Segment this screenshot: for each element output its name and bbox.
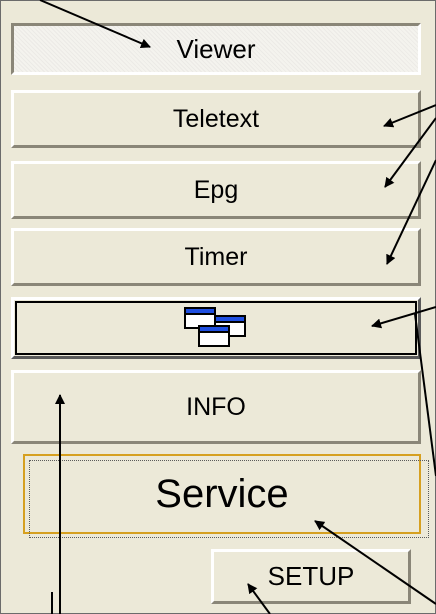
epg-button[interactable]: Epg (11, 161, 421, 219)
teletext-button[interactable]: Teletext (11, 90, 421, 148)
viewer-button[interactable]: Viewer (11, 23, 421, 75)
teletext-button-label: Teletext (172, 104, 260, 133)
info-button-label: INFO (186, 392, 246, 421)
epg-button-label: Epg (193, 175, 239, 204)
setup-button-label: SETUP (267, 561, 355, 591)
info-button[interactable]: INFO (11, 370, 421, 444)
windows-button[interactable] (11, 297, 421, 359)
side-panel: Viewer Teletext Epg Timer INFO Service S… (0, 0, 436, 614)
windows-cascade-icon (184, 307, 246, 347)
timer-button[interactable]: Timer (11, 228, 421, 286)
viewer-button-label: Viewer (176, 33, 256, 64)
service-button-label: Service (155, 471, 289, 516)
setup-button[interactable]: SETUP (211, 549, 411, 604)
timer-button-label: Timer (184, 242, 248, 271)
service-button[interactable]: Service (23, 454, 421, 534)
